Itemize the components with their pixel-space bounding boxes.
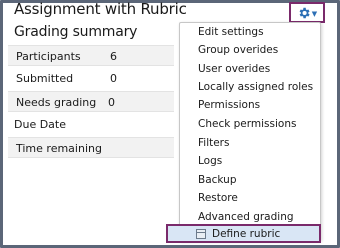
summary-label: Submitted [16, 72, 74, 85]
gear-icon [299, 7, 310, 18]
rubric-icon [196, 229, 206, 239]
menu-item-define-rubric[interactable]: Define rubric [166, 224, 321, 243]
summary-label: Due Date [14, 118, 66, 131]
summary-row-needs-grading: Needs grading 0 [8, 91, 174, 112]
summary-value: 0 [110, 72, 117, 85]
summary-value: 0 [108, 96, 115, 109]
settings-dropdown-menu: Edit settings Group overides User overid… [179, 22, 321, 241]
menu-item-logs[interactable]: Logs [198, 155, 222, 167]
summary-row-due-date: Due Date [8, 114, 174, 135]
menu-item-check-permissions[interactable]: Check permissions [198, 118, 296, 130]
menu-item-locally-assigned-roles[interactable]: Locally assigned roles [198, 81, 313, 93]
menu-item-filters[interactable]: Filters [198, 137, 229, 149]
chevron-down-icon: ▼ [311, 9, 318, 18]
settings-menu-toggle[interactable]: ▼ [289, 2, 325, 23]
summary-label: Needs grading [16, 96, 97, 109]
menu-item-edit-settings[interactable]: Edit settings [198, 26, 264, 38]
menu-item-label: Define rubric [212, 228, 281, 240]
menu-item-user-overrides[interactable]: User overides [198, 63, 270, 75]
summary-row-submitted: Submitted 0 [8, 68, 174, 89]
menu-item-group-overrides[interactable]: Group overides [198, 44, 278, 56]
summary-row-participants: Participants 6 [8, 45, 174, 66]
grading-summary-table: Participants 6 Submitted 0 Needs grading… [8, 45, 174, 160]
menu-item-advanced-grading[interactable]: Advanced grading [198, 211, 294, 223]
page-title: Assignment with Rubric [14, 0, 187, 18]
section-heading: Grading summary [14, 24, 138, 40]
menu-item-restore[interactable]: Restore [198, 192, 238, 204]
menu-item-backup[interactable]: Backup [198, 174, 237, 186]
summary-value: 6 [110, 50, 117, 63]
summary-label: Time remaining [16, 142, 102, 155]
summary-row-time-remaining: Time remaining [8, 137, 174, 158]
menu-item-permissions[interactable]: Permissions [198, 99, 260, 111]
summary-label: Participants [16, 50, 81, 63]
